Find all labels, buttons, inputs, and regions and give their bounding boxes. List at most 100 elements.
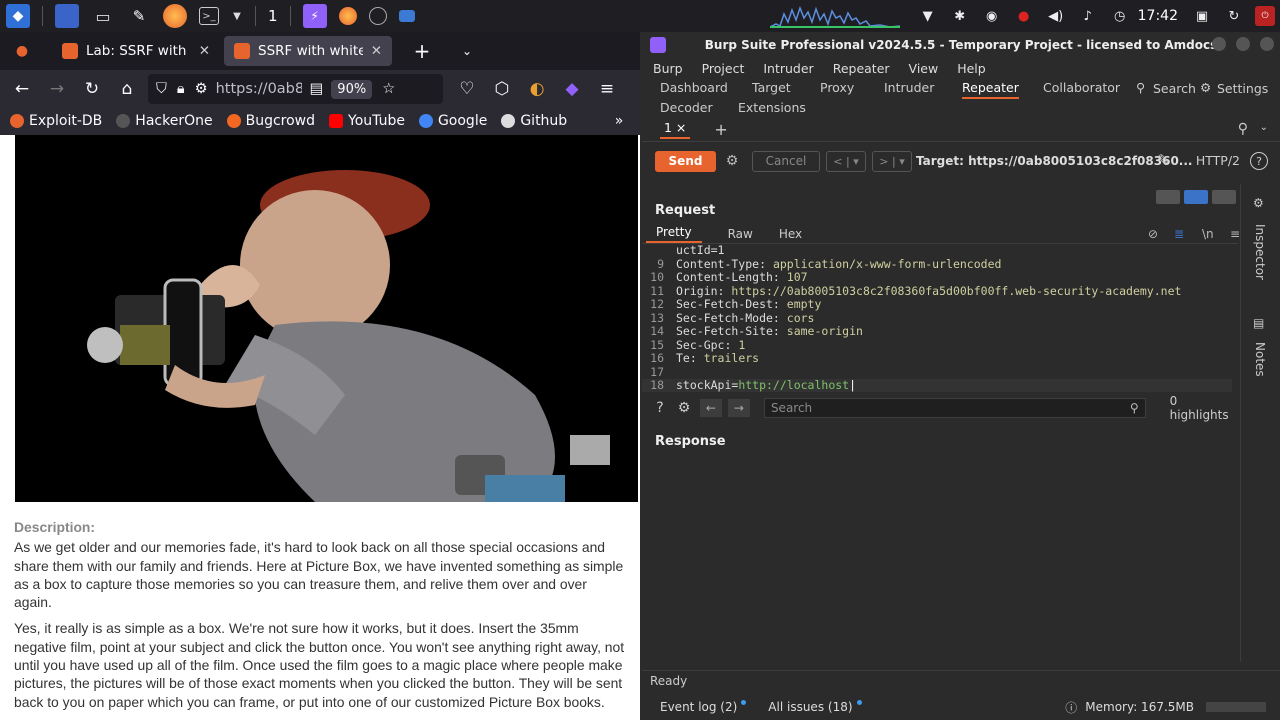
chevron-down-icon[interactable]: ⌄ (1260, 122, 1268, 133)
volume-icon[interactable]: ◀) (1045, 5, 1067, 27)
extensions-icon[interactable]: ⬡ (488, 75, 516, 103)
terminal-icon[interactable]: >_ (199, 7, 219, 25)
permissions-icon[interactable]: ⚙ (195, 81, 208, 97)
reader-view-icon[interactable]: ▤ (310, 81, 324, 97)
issues-link[interactable]: All issues (18) (768, 700, 862, 714)
text-editor-icon[interactable]: ✎ (127, 4, 151, 28)
help-icon[interactable]: ? (1250, 152, 1268, 170)
menu-help[interactable]: Help (957, 61, 986, 76)
layout-split-vertical-icon[interactable] (1184, 190, 1208, 204)
foxyproxy-icon[interactable]: ◆ (558, 75, 586, 103)
app-window-icon[interactable] (368, 7, 387, 25)
history-back-button[interactable]: < | ▾ (826, 150, 866, 172)
close-icon[interactable]: ✕ (199, 43, 210, 59)
target-label[interactable]: Target: https://0ab8005103c8c2f08360... (916, 154, 1192, 168)
power-icon[interactable]: ⏻ (1255, 6, 1275, 26)
notes-tab[interactable]: Notes (1253, 342, 1267, 377)
menu-repeater[interactable]: Repeater (833, 61, 890, 76)
firefox-icon[interactable] (163, 4, 187, 28)
help-icon[interactable]: ? (650, 398, 670, 418)
menu-intruder[interactable]: Intruder (763, 61, 813, 76)
home-button[interactable]: ⌂ (113, 75, 141, 103)
list-tabs-button[interactable]: ⌄ (453, 37, 481, 65)
firefox-view-icon[interactable]: ● (8, 37, 36, 65)
close-icon[interactable]: ✕ (371, 43, 382, 59)
layout-tabs-icon[interactable] (1212, 190, 1236, 204)
request-editor[interactable]: uctId=1 9 Content-Type: application/x-www… (642, 244, 1232, 392)
search-icon[interactable]: ⚲ (1136, 80, 1145, 95)
zoom-level[interactable]: 90% (331, 79, 373, 99)
desktop-icon[interactable] (55, 4, 79, 28)
menu-burp[interactable]: Burp (653, 61, 683, 76)
tab-intruder[interactable]: Intruder (884, 80, 934, 95)
next-match-button[interactable]: → (727, 399, 750, 417)
new-tab-button[interactable]: + (408, 37, 436, 65)
tab-hex[interactable]: Hex (779, 227, 802, 241)
settings-icon[interactable]: ⚙ (1200, 80, 1211, 95)
kali-menu-icon[interactable]: ◆ (6, 4, 30, 28)
url-bar[interactable]: ⛉ 🔒︎ ⚙ https://0ab8 ▤ 90% ☆ (148, 74, 443, 104)
firefox-window-icon[interactable] (338, 7, 357, 25)
more-bookmarks-icon[interactable]: » (605, 107, 633, 135)
tab-pretty[interactable]: Pretty (646, 225, 702, 243)
url-text[interactable]: https://0ab8 (216, 81, 302, 97)
protocol-label[interactable]: HTTP/2 (1196, 153, 1240, 168)
close-icon[interactable] (1260, 37, 1274, 51)
lock-icon[interactable]: 🔒︎ (177, 81, 185, 97)
burp-icon[interactable]: ⚡ (302, 4, 327, 28)
gear-icon[interactable]: ⚙ (674, 398, 694, 418)
bluetooth-icon[interactable]: ✱ (949, 5, 971, 27)
bookmark-star-icon[interactable]: ☆ (382, 81, 395, 97)
search-icon[interactable]: ⚲ (1238, 121, 1248, 137)
bookmark-google[interactable]: Google (418, 113, 487, 129)
vpn-icon[interactable]: ◉ (981, 5, 1003, 27)
wrap-icon[interactable]: ≣ (1174, 227, 1184, 241)
hide-icon[interactable]: ⊘ (1148, 227, 1158, 241)
add-tab-button[interactable]: + (714, 120, 727, 139)
menu-project[interactable]: Project (702, 61, 745, 76)
send-button[interactable]: Send (655, 150, 716, 172)
inspector-icon[interactable]: ⚙ (1253, 196, 1264, 210)
tab-collaborator[interactable]: Collaborator (1043, 80, 1120, 95)
window-icon[interactable] (398, 10, 415, 22)
previous-match-button[interactable]: ← (699, 399, 722, 417)
cancel-button[interactable]: Cancel (752, 150, 820, 172)
bookmark-exploit-db[interactable]: Exploit-DB (10, 113, 102, 129)
tab-lab[interactable]: Lab: SSRF with wh ✕ (52, 36, 220, 66)
menu-view[interactable]: View (909, 61, 939, 76)
tab-dashboard[interactable]: Dashboard (660, 80, 728, 95)
layout-split-horizontal-icon[interactable] (1156, 190, 1180, 204)
tab-raw[interactable]: Raw (728, 227, 753, 241)
forward-button[interactable]: → (43, 75, 71, 103)
history-forward-button[interactable]: > | ▾ (872, 150, 912, 172)
search-input[interactable]: Search ⚲ (763, 398, 1146, 418)
chevron-down-icon[interactable]: ▼ (231, 4, 243, 28)
tab-extensions[interactable]: Extensions (738, 100, 806, 115)
tab-ssrf[interactable]: SSRF with whitelis ✕ (224, 36, 392, 66)
pocket-icon[interactable]: ♡ (453, 75, 481, 103)
bookmark-bugcrowd[interactable]: Bugcrowd (226, 113, 315, 129)
menu-icon[interactable]: ≡ (1230, 227, 1240, 241)
notification-bell-icon[interactable]: ♪ (1077, 5, 1099, 27)
edit-pencil-icon[interactable]: ✎ (1157, 151, 1170, 169)
lock-icon[interactable]: ▣ (1191, 5, 1213, 27)
tab-proxy[interactable]: Proxy (820, 80, 854, 95)
maximize-icon[interactable] (1236, 37, 1250, 51)
clock[interactable]: 17:42 (1138, 8, 1178, 24)
bookmark-hackerone[interactable]: HackerOne (116, 113, 213, 129)
newline-icon[interactable]: \n (1202, 227, 1214, 241)
microphone-icon[interactable]: ● (1013, 5, 1035, 27)
wifi-icon[interactable]: ▼ (917, 5, 939, 27)
tab-settings[interactable]: Settings (1217, 81, 1268, 96)
gear-icon[interactable]: ⚙ (722, 151, 742, 171)
back-button[interactable]: ← (8, 75, 36, 103)
file-manager-icon[interactable]: ▭ (91, 4, 115, 28)
tab-search[interactable]: Search (1153, 81, 1196, 96)
tab-repeater[interactable]: Repeater (962, 80, 1019, 99)
burp-proxy-icon[interactable]: ◐ (523, 75, 551, 103)
event-log-link[interactable]: Event log (2) (660, 700, 747, 714)
minimize-icon[interactable] (1212, 37, 1226, 51)
refresh-icon[interactable]: ↻ (1223, 5, 1245, 27)
reload-button[interactable]: ↻ (78, 75, 106, 103)
inspector-tab[interactable]: Inspector (1253, 224, 1267, 280)
